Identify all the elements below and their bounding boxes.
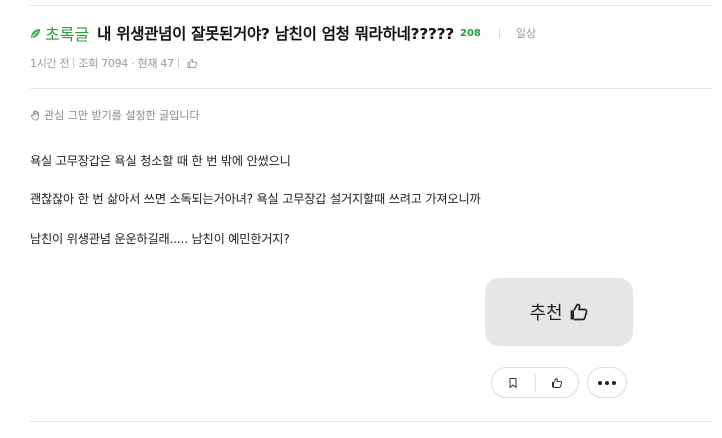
meta-dot: · [128,56,138,70]
recommend-button[interactable]: 추천 [485,278,633,346]
bookmark-icon [509,377,517,388]
category-label[interactable]: 일상 [516,25,536,41]
more-dots-icon [612,380,616,385]
post-body-line-3: 남친이 위생관념 운운하길래..... 남친이 예민한거지? [30,232,290,246]
bookmark-button[interactable] [492,368,535,397]
attention-notice: 관심 그만 받기를 설정한 글입니다 [30,107,200,123]
thumbs-up-icon[interactable] [187,58,198,69]
comment-count[interactable]: 208 [460,28,481,39]
more-dots-icon [605,380,609,385]
more-options-button[interactable] [587,367,627,398]
notice-text: 관심 그만 받기를 설정한 글입니다 [44,109,200,122]
view-count: 조회 7094 [78,57,128,70]
action-pill [491,367,579,398]
board-label[interactable]: 초록글 [45,21,89,45]
thumbs-up-icon [570,303,587,321]
post-meta: 1시간 전 조회 7094 · 현재 47 [30,55,198,71]
header-separator [498,28,500,38]
leaf-icon [30,28,41,38]
content-divider [30,88,712,89]
post-body-line-1: 욕실 고무장갑은 욕실 청소할 때 한 번 밖에 안썼으니 [30,154,291,168]
current-viewers: 현재 47 [137,57,175,70]
bottom-divider [30,421,712,422]
recommend-label: 추천 [529,303,563,324]
time-ago: 1시간 전 [30,57,70,70]
post-header: 초록글 내 위생관념이 잘못된거야? 남친이 엄청 뭐라하네????? 208 … [30,20,712,46]
meta-separator [73,58,75,68]
meta-separator-2 [177,58,179,68]
hand-icon [30,110,40,120]
more-dots-icon [598,380,602,385]
like-small-button[interactable] [536,368,579,397]
thumbs-up-icon [551,377,562,388]
post-title: 내 위생관념이 잘못된거야? 남친이 엄청 뭐라하네????? [97,25,455,43]
top-divider [30,5,712,6]
post-body-line-2: 괜찮잖아 한 번 삶아서 쓰면 소독되는거아녀? 욕실 고무장갑 설거지할때 쓰… [30,192,481,206]
